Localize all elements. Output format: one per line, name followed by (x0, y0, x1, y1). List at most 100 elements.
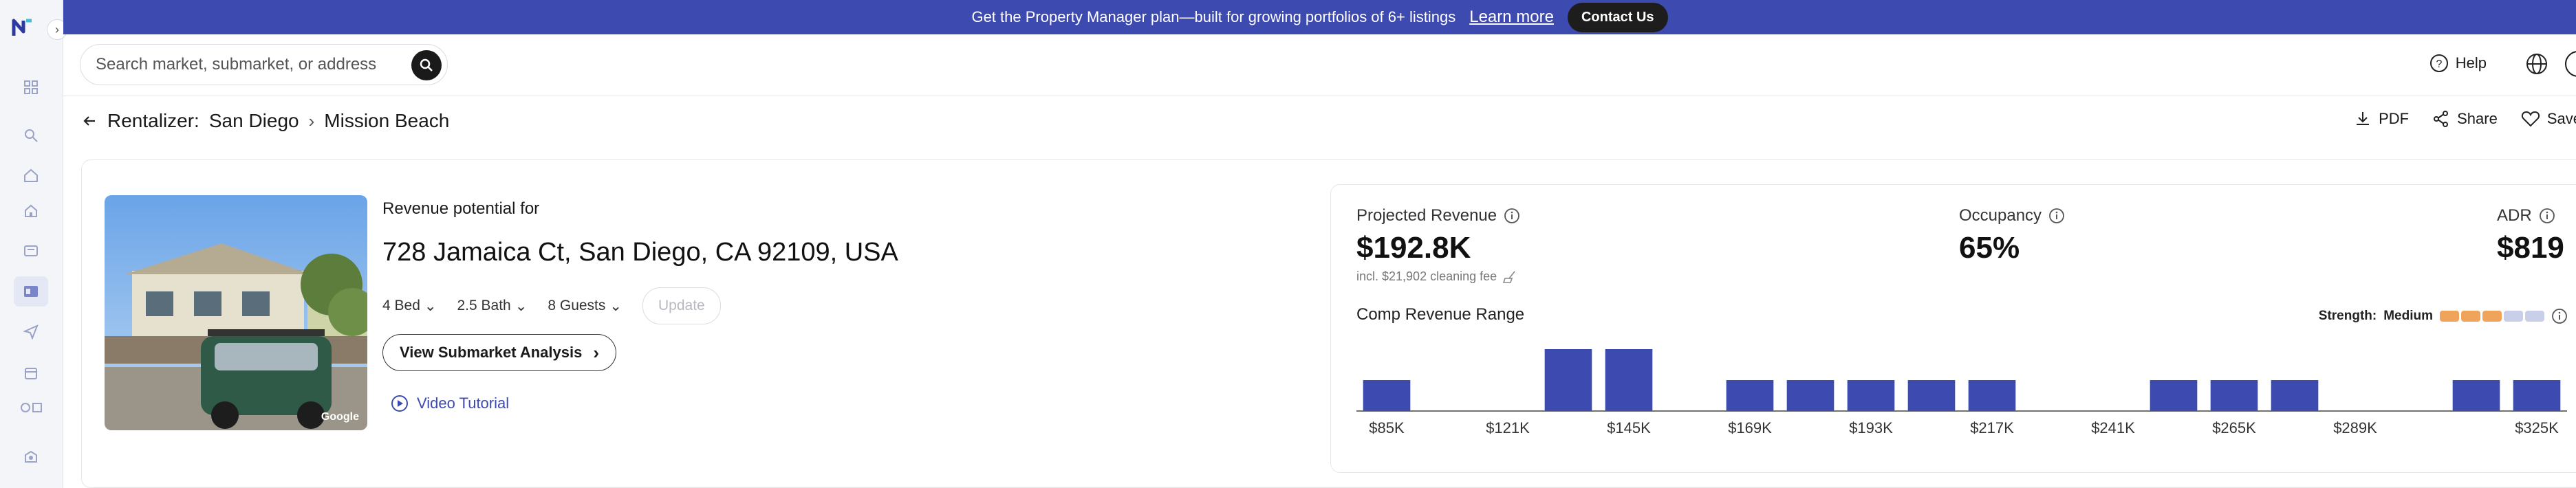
svg-text:?: ? (2436, 58, 2442, 70)
chart-tick-label: $241K (2091, 419, 2135, 436)
home-icon[interactable] (21, 201, 41, 221)
strength-segment (2461, 311, 2480, 322)
breadcrumb-root: Rentalizer: (107, 110, 199, 131)
rentalizer-icon[interactable] (14, 276, 48, 307)
guests-value: 8 Guests (548, 298, 606, 313)
chevron-down-icon: ⌄ (424, 298, 437, 314)
comp-revenue-range-title: Comp Revenue Range (1356, 305, 1525, 324)
dashboard-icon[interactable] (21, 77, 41, 98)
guests-select[interactable]: 8 Guests ⌄ (548, 298, 622, 315)
chart-bar[interactable] (2513, 380, 2561, 411)
breadcrumb: Rentalizer: San Diego › Mission Beach (81, 110, 449, 132)
comp-revenue-chart: $85K $121K $145K $169K $193K $217K $241K $265K $… (1356, 337, 2567, 440)
chart-tick-label: $193K (1849, 419, 1893, 436)
calendar-icon[interactable] (21, 363, 41, 384)
page-actions: PDF Share Save (2354, 110, 2576, 128)
projected-revenue-metric: Projected Revenue $192.8K incl. $21,902 … (1356, 206, 1520, 284)
search-input[interactable] (96, 55, 398, 74)
info-icon[interactable] (2048, 208, 2065, 224)
occupancy-metric: Occupancy 65% (1959, 206, 2065, 265)
strength-segment (2525, 311, 2544, 322)
chart-bar[interactable] (2150, 380, 2198, 411)
projected-revenue-value: $192.8K (1356, 231, 1471, 265)
info-icon[interactable] (1504, 208, 1520, 224)
adr-label: ADR (2497, 206, 2532, 225)
breadcrumb-city[interactable]: San Diego (209, 110, 299, 132)
chart-bar[interactable] (1544, 349, 1592, 411)
beds-select[interactable]: 4 Bed ⌄ (382, 298, 437, 315)
banner-message: Get the Property Manager plan—built for … (971, 8, 1456, 25)
breadcrumb-submarket[interactable]: Mission Beach (324, 110, 449, 132)
chart-bar[interactable] (1363, 380, 1411, 411)
share-icon (2434, 111, 2449, 127)
learn-more-link[interactable]: Learn more (1469, 8, 1554, 27)
left-nav-rail: › (0, 0, 67, 488)
chart-bar[interactable] (1968, 380, 2016, 411)
share-button[interactable]: Share (2432, 110, 2498, 128)
help-label: Help (2455, 54, 2487, 71)
property-address: 728 Jamaica Ct, San Diego, CA 92109, USA (382, 238, 898, 267)
search-submit-button[interactable] (411, 50, 442, 80)
chart-tick-label: $169K (1728, 419, 1772, 436)
strength-value: Medium (2383, 309, 2433, 323)
help-icon: ? (2429, 54, 2448, 72)
view-submarket-analysis-button[interactable]: View Submarket Analysis › (382, 334, 617, 371)
chart-tick-label: $85K (1369, 419, 1405, 436)
chart-bar[interactable] (1847, 380, 1895, 411)
promo-banner: Get the Property Manager plan—built for … (63, 0, 2576, 34)
send-icon[interactable] (21, 322, 41, 342)
beds-value: 4 Bed (382, 298, 420, 313)
strength-meter (2440, 311, 2544, 322)
market-icon[interactable] (21, 241, 41, 261)
video-tutorial-link[interactable]: Video Tutorial (391, 395, 509, 412)
property-photo[interactable]: Google (105, 195, 367, 430)
search-bar (80, 44, 448, 85)
pdf-button[interactable]: PDF (2354, 110, 2409, 128)
comp-revenue-chart-svg: $85K $121K $145K $169K $193K $217K $241K $265K $… (1356, 349, 2567, 436)
chart-tick-label: $265K (2212, 419, 2256, 436)
chart-bar[interactable] (1786, 380, 1834, 411)
chart-bar[interactable] (1605, 349, 1653, 411)
share-label: Share (2457, 110, 2498, 127)
save-label: Save (2546, 110, 2576, 127)
occupancy-label: Occupancy (1959, 206, 2042, 225)
info-icon[interactable] (2539, 208, 2555, 224)
property-filters: 4 Bed ⌄ 2.5 Bath ⌄ 8 Guests ⌄ Update (382, 287, 721, 324)
update-button[interactable]: Update (642, 287, 721, 324)
baths-value: 2.5 Bath (457, 298, 511, 313)
chart-bar[interactable] (2452, 380, 2500, 411)
chart-tick-label: $325K (2515, 419, 2559, 436)
integrations-icon[interactable] (18, 397, 45, 418)
chart-bar[interactable] (2210, 380, 2258, 411)
globe-icon[interactable] (2525, 52, 2548, 76)
home-search-icon[interactable] (21, 165, 41, 186)
back-arrow-icon[interactable] (81, 113, 98, 129)
baths-select[interactable]: 2.5 Bath ⌄ (457, 298, 528, 315)
chart-bar[interactable] (1907, 380, 1956, 411)
strength-indicator: Strength: Medium (2319, 308, 2568, 324)
occupancy-value: 65% (1959, 231, 2020, 265)
photo-credit: Google (321, 411, 359, 423)
cleaning-fee-note: incl. $21,902 cleaning fee (1356, 269, 1497, 283)
adr-value: $819 (2497, 231, 2564, 265)
chart-bar[interactable] (1726, 380, 1774, 411)
settings-icon[interactable] (21, 447, 41, 467)
app-logo-icon[interactable] (11, 16, 34, 40)
broom-icon (1503, 271, 1515, 283)
adr-metric: ADR $819 (2497, 206, 2564, 265)
projected-revenue-label: Projected Revenue (1356, 206, 1497, 225)
search-icon (420, 58, 433, 71)
search-nav-icon[interactable] (21, 125, 41, 146)
contact-us-button[interactable]: Contact Us (1567, 2, 1668, 32)
revenue-potential-label: Revenue potential for (382, 199, 540, 218)
help-button[interactable]: ? Help (2429, 54, 2487, 73)
save-button[interactable]: Save (2521, 110, 2576, 128)
chart-tick-label: $145K (1607, 419, 1651, 436)
info-icon[interactable] (2551, 308, 2568, 324)
pdf-label: PDF (2379, 110, 2410, 127)
avatar[interactable] (2565, 51, 2576, 77)
download-icon (2357, 112, 2370, 125)
chart-bar[interactable] (2271, 380, 2319, 411)
chart-tick-label: $121K (1486, 419, 1530, 436)
chevron-down-icon: ⌄ (609, 298, 622, 314)
